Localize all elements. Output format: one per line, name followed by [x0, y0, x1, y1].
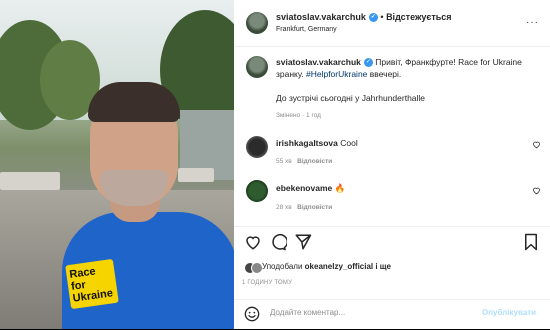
caption-line1: Привіт, Франкфурте! Race for Ukraine — [375, 57, 522, 67]
comment-meta: 55 хв Відповісти — [276, 158, 332, 165]
comment-1: irishkagaltsova Cool — [276, 137, 358, 149]
post-comment-button[interactable]: Опублікувати — [482, 308, 536, 317]
author-username[interactable]: sviatoslav.vakarchuk — [276, 12, 366, 22]
comment-time: 55 хв — [276, 158, 292, 165]
post-header — [234, 0, 550, 47]
caption-meta: Змінено · 1 год — [276, 112, 321, 119]
comment-text: Cool — [340, 138, 358, 148]
comment-text: 🔥 — [334, 183, 346, 193]
caption-avatar[interactable] — [246, 56, 268, 78]
follow-button[interactable]: Відстежується — [386, 12, 451, 22]
caption-line3: До зустрічі сьогодні у Jahrhunderthalle — [276, 93, 426, 103]
emoji-icon[interactable] — [244, 306, 260, 322]
photo-hair — [88, 82, 180, 122]
comment-username[interactable]: ebekenovame — [276, 183, 332, 193]
heart-icon[interactable] — [244, 233, 262, 251]
author-avatar[interactable] — [246, 12, 268, 34]
bookmark-icon[interactable] — [522, 233, 540, 251]
caption-hashtag[interactable]: #HelpforUkraine — [306, 69, 367, 79]
likes-user[interactable]: okeanelzy_official — [305, 262, 373, 271]
comment-avatar[interactable] — [246, 180, 268, 202]
verified-icon: ✓ — [368, 13, 378, 23]
caption-line2a: зранку. — [276, 69, 306, 79]
shirt-badge: Race for Ukraine — [65, 258, 119, 310]
reply-button[interactable]: Відповісти — [297, 158, 332, 165]
post-panel: sviatoslav.vakarchuk ✓ • Відстежується Fr… — [234, 0, 550, 329]
author-line: sviatoslav.vakarchuk ✓ • Відстежується — [276, 12, 452, 23]
comment-input[interactable]: Додайте коментар... — [270, 308, 345, 317]
reply-button[interactable]: Відповісти — [297, 204, 332, 211]
post-location[interactable]: Frankfurt, Germany — [276, 26, 337, 33]
comment-avatar[interactable] — [246, 136, 268, 158]
caption-username[interactable]: sviatoslav.vakarchuk — [276, 57, 361, 67]
likes-line: Уподобали okeanelzy_official і ще — [262, 262, 391, 271]
comment-icon[interactable] — [269, 233, 287, 251]
caption-line2b: ввечері. — [367, 69, 402, 79]
share-icon[interactable] — [294, 233, 312, 251]
caption: sviatoslav.vakarchuk ✓ Привіт, Франкфурте… — [276, 56, 538, 80]
likes-prefix: Уподобали — [262, 262, 305, 271]
post-modal: Race for Ukraine sviatoslav.vakarchuk ✓ •… — [0, 0, 550, 329]
more-options-icon[interactable]: ··· — [526, 17, 539, 28]
comment-meta: 28 хв Відповісти — [276, 204, 332, 211]
comment-heart-icon[interactable] — [532, 140, 541, 149]
photo-bench — [0, 172, 60, 190]
comment-time: 28 хв — [276, 204, 292, 211]
comment-username[interactable]: irishkagaltsova — [276, 138, 338, 148]
photo-bench — [178, 168, 214, 182]
likes-suffix[interactable]: і ще — [373, 262, 391, 271]
verified-icon: ✓ — [363, 58, 373, 68]
comment-2: ebekenovame 🔥 — [276, 182, 345, 194]
comment-heart-icon[interactable] — [532, 186, 541, 195]
post-photo[interactable]: Race for Ukraine — [0, 0, 234, 329]
post-timestamp[interactable]: 1 ГОДИНУ ТОМУ — [242, 280, 292, 286]
